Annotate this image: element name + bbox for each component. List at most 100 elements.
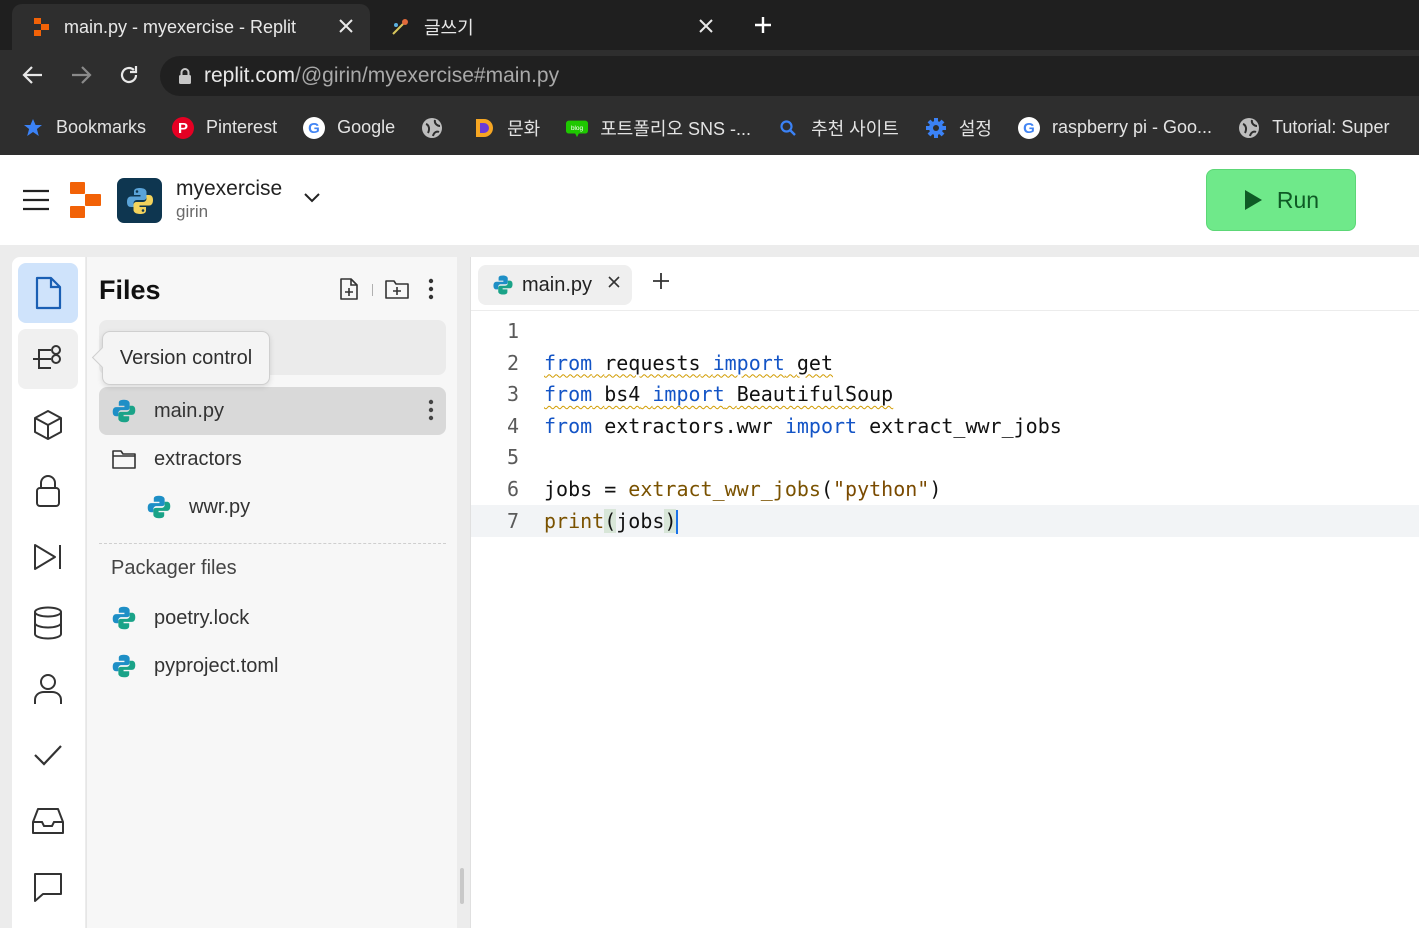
replit-logo[interactable]: [70, 182, 102, 218]
kebab-icon[interactable]: [428, 399, 434, 421]
divider: [99, 543, 446, 544]
code-line[interactable]: 2 from requests import get: [471, 347, 1419, 379]
code-line[interactable]: 1: [471, 315, 1419, 347]
bookmark-label: Google: [337, 117, 396, 137]
python-icon[interactable]: [117, 178, 162, 223]
chevron-down-icon[interactable]: [303, 192, 321, 204]
code-line[interactable]: 5: [471, 441, 1419, 473]
add-tab-button[interactable]: [651, 271, 671, 291]
reload-icon: [120, 66, 138, 84]
code-text: from bs4 import BeautifulSoup: [544, 378, 893, 410]
bookmark-label: raspberry pi - Goo...: [1052, 117, 1213, 137]
code-line[interactable]: 3 from bs4 import BeautifulSoup: [471, 378, 1419, 410]
code-token: extract_wwr_jobs: [857, 413, 1062, 438]
arrow-left-icon: [22, 66, 42, 84]
packager-files-title: Packager files: [111, 557, 237, 579]
file-row-main-py[interactable]: main.py: [99, 387, 446, 435]
plus-icon: [753, 15, 773, 35]
packages-tool-button[interactable]: [18, 395, 78, 455]
play-icon: [1243, 189, 1263, 211]
chat-icon: [34, 873, 62, 902]
files-tool-button[interactable]: [18, 263, 78, 323]
code-token: from: [544, 382, 593, 407]
code-line[interactable]: 6 jobs = extract_wwr_jobs("python"): [471, 473, 1419, 505]
plus-icon: [653, 273, 669, 289]
database-icon: [34, 606, 62, 640]
browser-tab-writing[interactable]: 글쓰기: [372, 4, 730, 50]
editor-tab-main-py[interactable]: main.py: [478, 265, 632, 305]
code-text: jobs = extract_wwr_jobs("python"): [544, 473, 941, 505]
globe-icon: [1238, 117, 1260, 139]
reload-button[interactable]: [115, 61, 143, 89]
bookmark-raspberry[interactable]: G raspberry pi - Goo...: [1018, 116, 1213, 139]
lock-icon[interactable]: [178, 67, 192, 85]
search-icon: [777, 117, 799, 139]
bookmark-portfolio[interactable]: blog 포트폴리오 SNS -...: [566, 115, 751, 141]
package-icon: [34, 410, 62, 440]
menu-button[interactable]: [22, 189, 50, 211]
close-icon[interactable]: [696, 16, 716, 36]
file-row-pyproject-toml[interactable]: pyproject.toml: [99, 642, 446, 690]
bookmark-label: 포트폴리오 SNS -...: [600, 118, 752, 139]
database-tool-button[interactable]: [18, 593, 78, 653]
tool-rail: [12, 257, 85, 928]
bookmark-label: 설정: [958, 118, 992, 139]
bookmark-pinterest[interactable]: P Pinterest: [172, 116, 277, 139]
close-icon[interactable]: [336, 16, 356, 36]
inbox-tool-button[interactable]: [18, 791, 78, 851]
bookmark-globe[interactable]: [421, 117, 455, 139]
panel-resize-handle[interactable]: [460, 868, 464, 904]
file-row-poetry-lock[interactable]: poetry.lock: [99, 594, 446, 642]
auth-tool-button[interactable]: [18, 659, 78, 719]
debugger-tool-button[interactable]: [18, 527, 78, 587]
code-line[interactable]: 7 print(jobs): [471, 504, 1419, 537]
new-tab-button[interactable]: [742, 6, 784, 44]
file-name: pyproject.toml: [154, 654, 279, 677]
code-token: print: [544, 508, 605, 533]
address-bar[interactable]: replit.com/@girin/myexercise#main.py: [160, 56, 1419, 96]
file-name: poetry.lock: [154, 606, 250, 629]
bookmark-settings[interactable]: 설정: [925, 115, 992, 141]
svg-text:G: G: [1023, 120, 1035, 137]
url-path: /@girin/myexercise#main.py: [295, 64, 560, 87]
bookmark-recommended[interactable]: 추천 사이트: [777, 115, 899, 141]
svg-text:P: P: [178, 120, 188, 137]
code-token: extractors.wwr: [592, 413, 785, 438]
new-file-button[interactable]: [337, 277, 361, 301]
secrets-tool-button[interactable]: [18, 461, 78, 521]
file-icon: [35, 276, 62, 310]
browser-tab-replit[interactable]: main.py - myexercise - Replit: [12, 4, 370, 50]
browser-tab-title: 글쓰기: [424, 18, 474, 38]
lock-icon: [36, 475, 60, 507]
run-label: Run: [1276, 186, 1320, 213]
python-icon: [111, 398, 137, 424]
file-row-wwr-py[interactable]: wwr.py: [99, 483, 446, 531]
bookmarks-bar: Bookmarks P Pinterest G Google 문화 blog 포…: [0, 100, 1419, 155]
writing-icon: [390, 17, 410, 37]
bookmark-culture[interactable]: 문화: [473, 115, 540, 141]
forward-button[interactable]: [67, 61, 95, 89]
code-editor: main.py 1 2 from requests import get 3 from …: [470, 257, 1419, 928]
new-folder-button[interactable]: [385, 277, 409, 301]
chat-tool-button[interactable]: [18, 857, 78, 917]
project-name[interactable]: myexercise: [176, 177, 282, 201]
bookmark-tutorial[interactable]: Tutorial: Super: [1238, 117, 1389, 139]
code-text: from extractors.wwr import extract_wwr_j…: [544, 410, 1062, 442]
more-options-button[interactable]: [419, 277, 443, 301]
code-token: jobs: [616, 508, 665, 533]
folder-row-extractors[interactable]: extractors: [99, 435, 446, 483]
back-button[interactable]: [19, 61, 47, 89]
project-owner[interactable]: girin: [176, 202, 208, 222]
code-line[interactable]: 4 from extractors.wwr import extract_wwr_…: [471, 410, 1419, 442]
unit-tests-tool-button[interactable]: [18, 725, 78, 785]
version-control-tool-button[interactable]: [18, 329, 78, 389]
close-icon[interactable]: [608, 276, 620, 288]
svg-text:G: G: [308, 120, 320, 137]
run-button[interactable]: Run: [1206, 169, 1356, 231]
bookmark-google[interactable]: G Google: [303, 116, 396, 139]
bookmark-bookmarks[interactable]: Bookmarks: [22, 117, 146, 139]
bookmark-label: 추천 사이트: [811, 118, 899, 139]
line-number: 4: [506, 413, 519, 438]
code-token: import: [784, 413, 858, 438]
